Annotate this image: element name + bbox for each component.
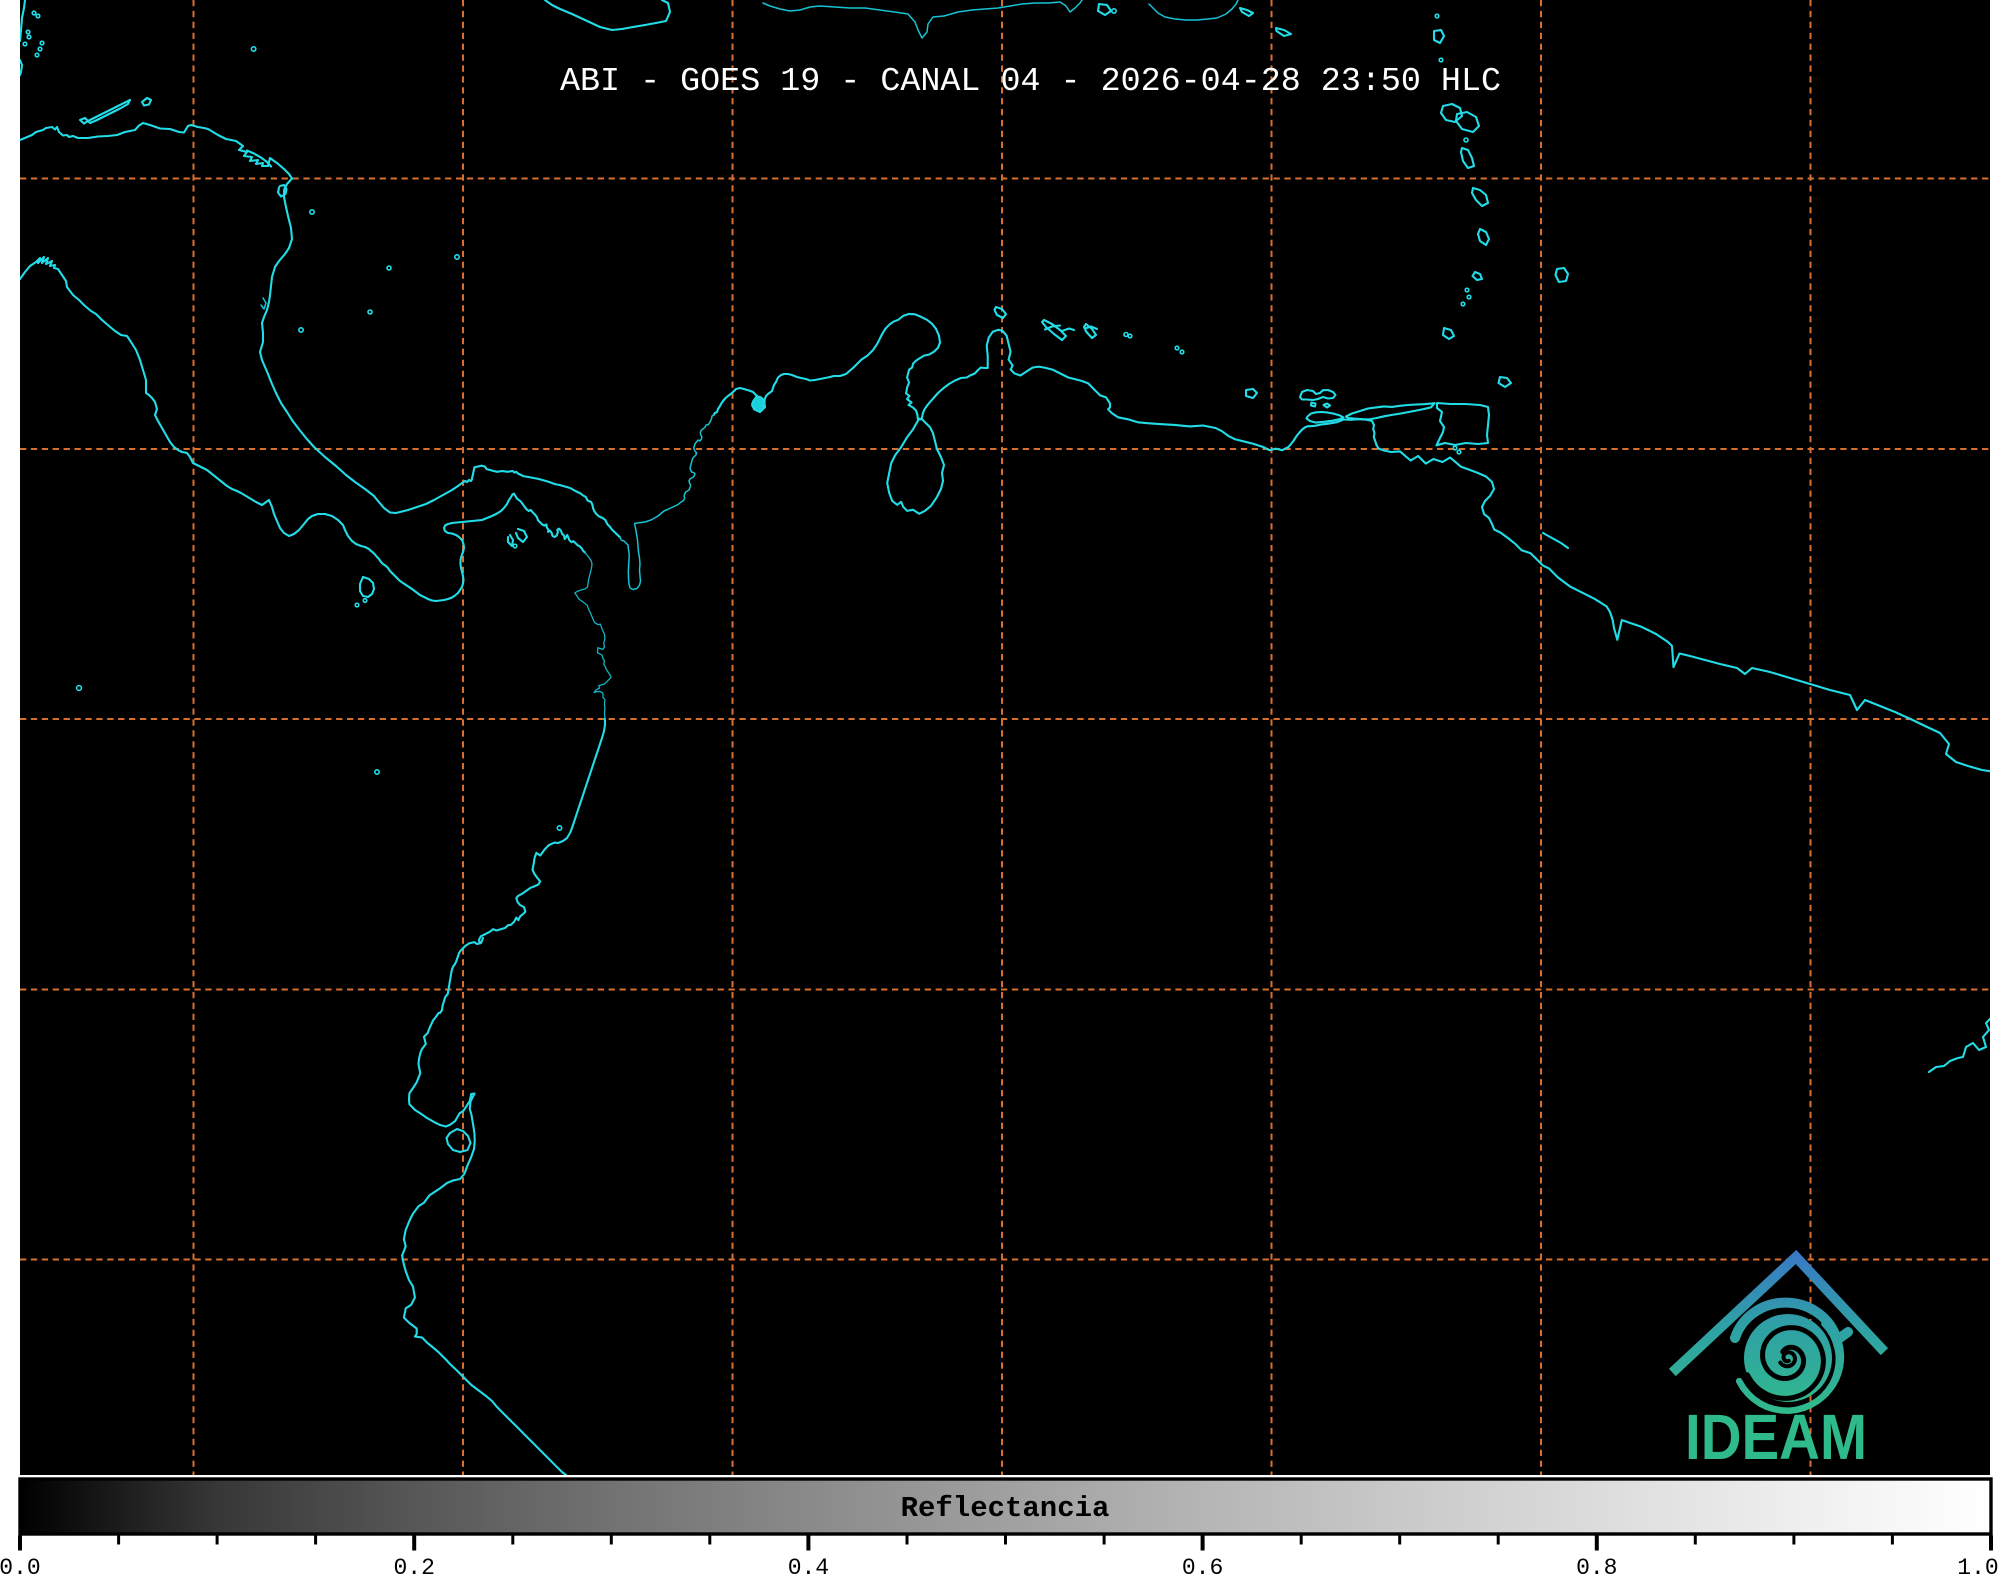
svg-text:IDEAM: IDEAM [1685, 1401, 1867, 1473]
svg-text:0.2: 0.2 [393, 1555, 434, 1577]
svg-text:0.4: 0.4 [788, 1555, 829, 1577]
svg-text:0.0: 0.0 [0, 1555, 41, 1577]
svg-text:ABI - GOES 19 - CANAL 04 - 202: ABI - GOES 19 - CANAL 04 - 2026-04-28 23… [560, 63, 1501, 101]
svg-text:0.8: 0.8 [1576, 1555, 1617, 1577]
svg-text:0.6: 0.6 [1182, 1555, 1223, 1577]
svg-text:1.0: 1.0 [1957, 1555, 1998, 1577]
svg-text:Reflectancia: Reflectancia [901, 1492, 1110, 1525]
